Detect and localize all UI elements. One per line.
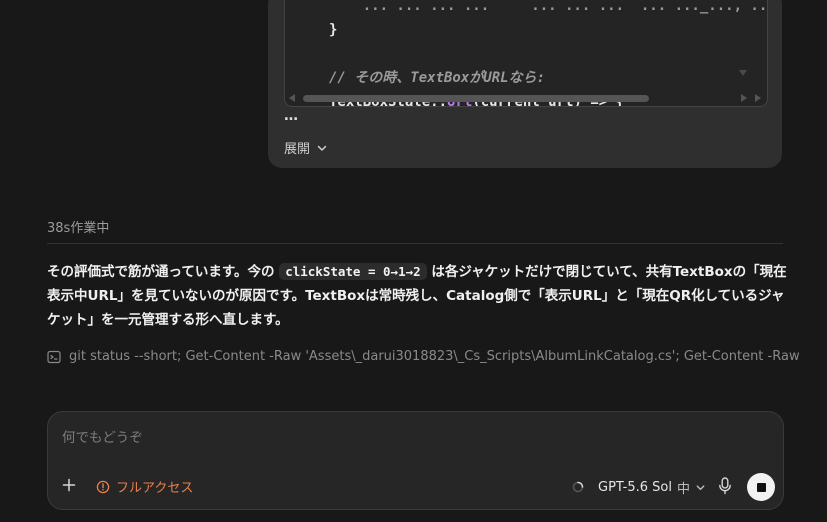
plus-icon (62, 478, 76, 492)
code-line: // その時、TextBoxがURLなら: (329, 66, 767, 90)
scroll-left-arrow-icon[interactable] (289, 94, 295, 102)
code-line: ... ... ... ... ... ... ... ... ..._...,… (362, 0, 768, 14)
working-status: 38s作業中 (47, 221, 110, 236)
horizontal-scrollbar[interactable] (289, 92, 763, 104)
composer: フルアクセス GPT-5.6 Sol 中 (47, 411, 784, 510)
expand-label: 展開 (284, 142, 311, 157)
full-access-button[interactable]: フルアクセス (96, 477, 193, 496)
code-comment: // その時、TextBoxがURLなら: (329, 70, 546, 86)
expand-button[interactable]: 展開 (284, 138, 328, 157)
message-text-part1: その評価式で筋が通っています。今の (47, 264, 280, 280)
chevron-down-icon (317, 145, 327, 151)
full-access-label: フルアクセス (116, 481, 194, 496)
chevron-down-icon (696, 485, 705, 491)
stop-button[interactable] (747, 473, 775, 501)
command-row[interactable]: git status --short; Get-Content -Raw 'As… (47, 349, 807, 364)
scroll-right-arrow-icon[interactable] (741, 94, 747, 102)
code-line: } (329, 22, 338, 38)
message-bubble: ... ... ... ... ... ... ... ... ..._...,… (268, 0, 782, 168)
warning-circle-icon (96, 480, 110, 493)
model-selector[interactable]: GPT-5.6 Sol 中 (598, 478, 706, 497)
terminal-icon (47, 350, 61, 363)
code-block: ... ... ... ... ... ... ... ... ..._...,… (284, 0, 768, 107)
model-label: GPT-5.6 Sol (598, 480, 672, 495)
divider (47, 243, 783, 244)
effort-label: 中 (676, 482, 690, 497)
prompt-input[interactable] (60, 427, 764, 449)
scroll-corner-arrow-icon[interactable] (755, 94, 761, 102)
command-text: git status --short; Get-Content -Raw 'As… (69, 349, 800, 364)
code-lines: ... ... ... ... ... ... ... ... ..._...,… (329, 0, 768, 106)
stop-icon (756, 482, 766, 492)
truncation-ellipsis: … (284, 108, 298, 124)
scroll-thumb[interactable] (303, 95, 649, 102)
inline-code: clickState = 0→1→2 (279, 263, 427, 280)
scroll-down-arrow-icon[interactable] (739, 70, 747, 76)
assistant-message: その評価式で筋が通っています。今の clickState = 0→1→2 は各ジ… (47, 260, 787, 332)
voice-input-button[interactable] (716, 476, 734, 496)
loading-spinner-icon (572, 481, 584, 493)
microphone-icon (719, 477, 731, 495)
add-attachment-button[interactable] (60, 476, 78, 494)
